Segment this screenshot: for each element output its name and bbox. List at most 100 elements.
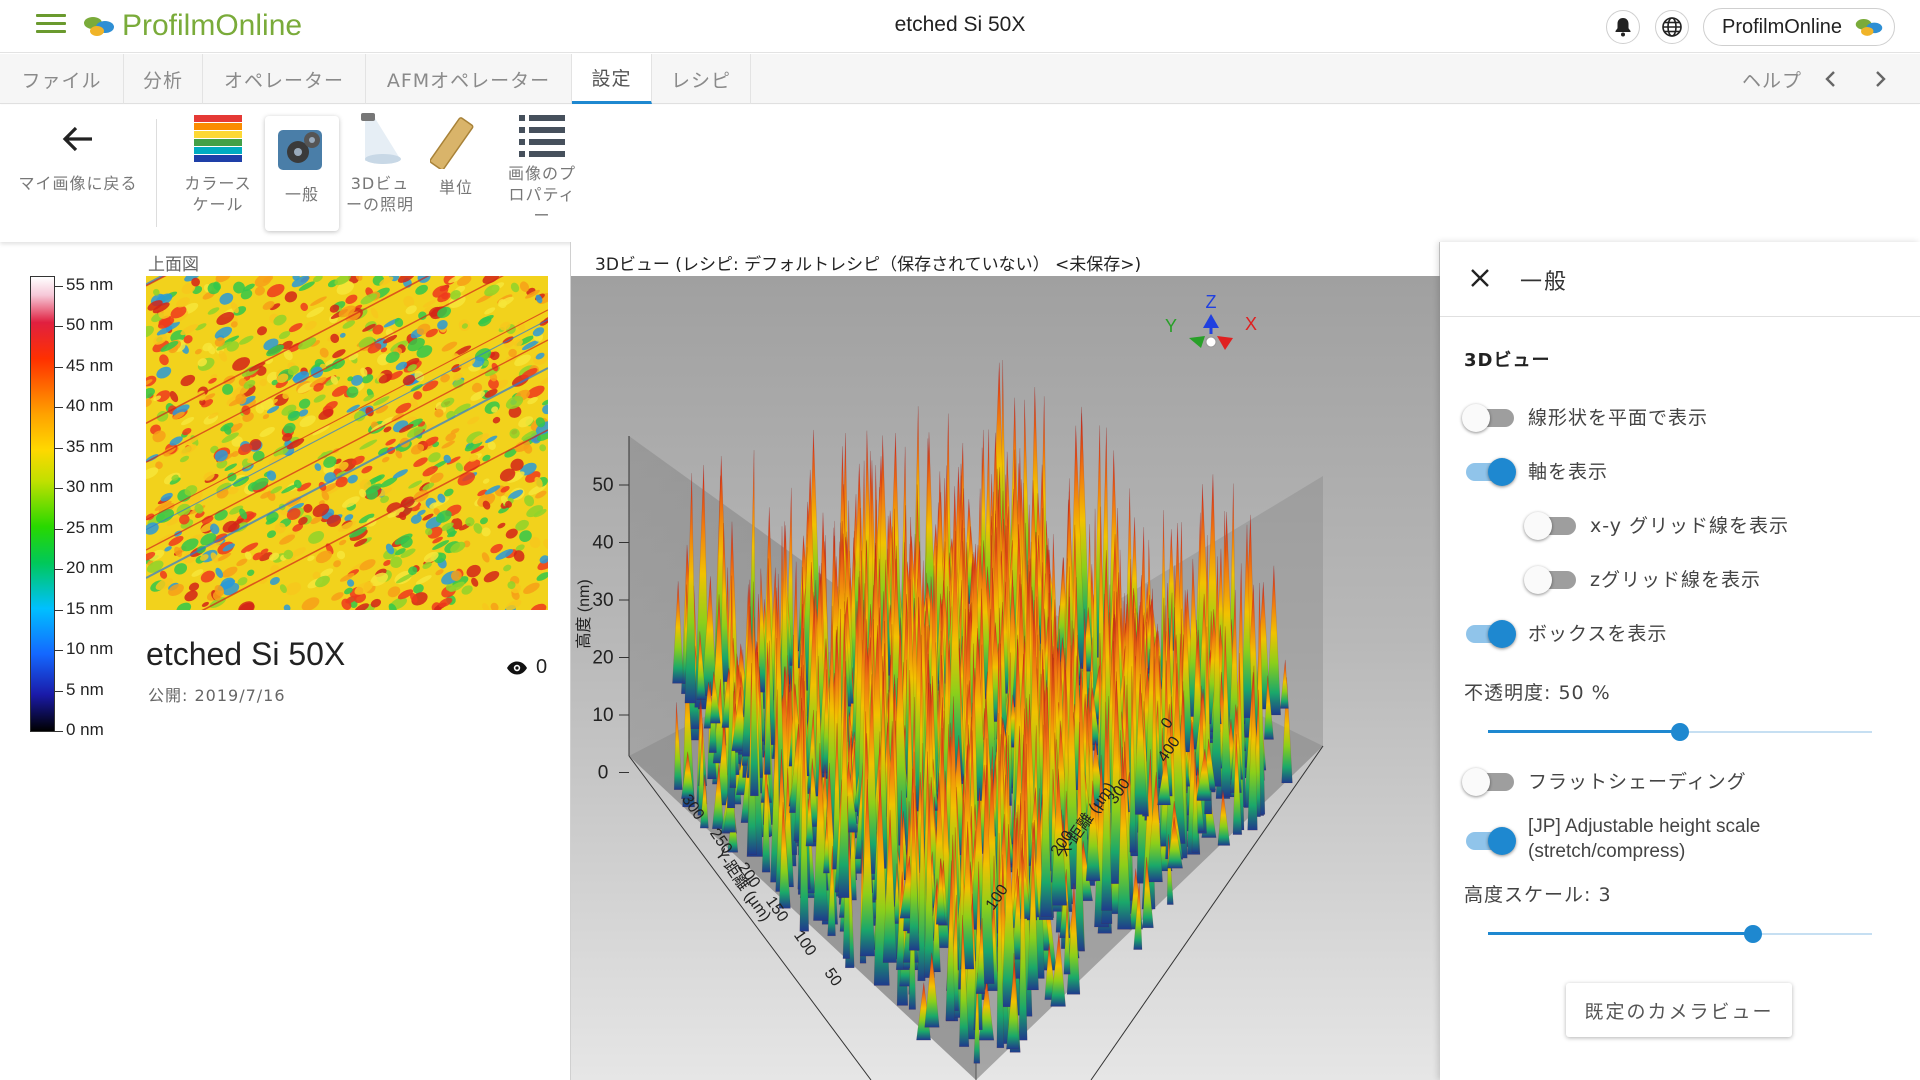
menu-icon[interactable] xyxy=(36,14,66,38)
color-scale-tick xyxy=(55,407,63,409)
profilm-logo-icon xyxy=(84,17,114,36)
toggle-row-lineshape[interactable]: 線形状を平面で表示 xyxy=(1462,402,1708,432)
toggle-row-axes[interactable]: 軸を表示 xyxy=(1462,456,1609,486)
tab-analysis[interactable]: 分析 xyxy=(124,54,203,104)
spotlight-icon xyxy=(361,113,401,164)
ribbon-separator xyxy=(156,119,157,227)
color-scale-tick xyxy=(55,326,63,328)
tab-operators[interactable]: オペレーター xyxy=(203,54,366,104)
z-axis-tick-label: 30 xyxy=(592,590,613,611)
color-scale-tick-label: 20 nm xyxy=(66,558,114,578)
image-properties-button[interactable]: 画像のプロパティー xyxy=(498,113,586,226)
xy-grid-switch[interactable] xyxy=(1524,510,1578,540)
user-account-button[interactable]: ProfilmOnline xyxy=(1703,8,1895,46)
color-scale-tick-label: 40 nm xyxy=(66,396,114,416)
general-settings-panel: 一般 3Dビュー 線形状を平面で表示 軸を表示 x-y グリッド線を表示 zグリ… xyxy=(1440,242,1920,1080)
y-axis-tick-label: 50 xyxy=(821,965,845,989)
back-to-my-images-button[interactable]: マイ画像に戻る xyxy=(18,119,138,194)
section-3d-view: 3Dビュー xyxy=(1464,350,1551,371)
color-scale-tick xyxy=(55,731,63,732)
3d-surface-plot[interactable]: 50403020100高度 (nm)30025020015010050Y-距離 … xyxy=(571,276,1441,1080)
adjustable-height-switch[interactable] xyxy=(1462,825,1516,855)
view-count-value: 0 xyxy=(536,656,548,678)
top-view-label: 上面図 xyxy=(148,255,199,275)
color-scale-tick-label: 35 nm xyxy=(66,436,114,456)
toggle-row-xy-grid[interactable]: x-y グリッド線を表示 xyxy=(1524,510,1790,540)
color-scale-label: カラースケール xyxy=(184,174,252,214)
y-axis-tick-label: 100 xyxy=(790,928,819,960)
toggle-row-z-grid[interactable]: zグリッド線を表示 xyxy=(1524,564,1761,594)
color-scale-tick xyxy=(55,286,63,287)
z-grid-switch[interactable] xyxy=(1524,564,1578,594)
general-settings-button[interactable]: 一般 xyxy=(265,116,339,231)
tab-afm-operators[interactable]: AFMオペレーター xyxy=(366,54,572,104)
toggle-row-flat-shading[interactable]: フラットシェーディング xyxy=(1462,766,1747,796)
z-axis-tick-label: 50 xyxy=(592,475,613,496)
toggle-row-box[interactable]: ボックスを表示 xyxy=(1462,618,1667,648)
user-name: ProfilmOnline xyxy=(1722,15,1843,38)
3d-lighting-button[interactable]: 3Dビューの照明 xyxy=(344,113,416,215)
close-icon[interactable] xyxy=(1468,266,1492,290)
flat-shading-switch[interactable] xyxy=(1462,766,1516,796)
color-scale-tick-label: 45 nm xyxy=(66,355,114,375)
bell-icon[interactable] xyxy=(1606,10,1640,44)
orientation-gizmo[interactable]: Z Y X xyxy=(1165,292,1257,350)
show-box-switch[interactable] xyxy=(1462,618,1516,648)
opacity-slider-thumb[interactable] xyxy=(1671,723,1689,741)
user-avatar-icon xyxy=(1855,19,1883,36)
opacity-slider[interactable] xyxy=(1488,722,1872,742)
3d-view-canvas[interactable]: 50 40 30 20 10 0 高度 (nm) 300 250 200 150 100 50 Y-距離 … xyxy=(571,276,1441,1080)
color-scale-tick-label: 0 nm xyxy=(66,720,104,739)
general-label: 一般 xyxy=(284,185,319,204)
panel-title: 一般 xyxy=(1520,270,1569,295)
color-scale-tick-label: 25 nm xyxy=(66,517,114,537)
tab-recipe[interactable]: レシピ xyxy=(652,54,751,104)
color-scale-tick xyxy=(55,366,63,368)
color-scale-tick xyxy=(55,650,63,652)
color-scale-tick xyxy=(55,528,63,530)
gizmo-x-label: X xyxy=(1245,314,1257,334)
toggle-row-height-scale[interactable]: [JP] Adjustable height scale (stretch/co… xyxy=(1462,814,1818,864)
z-grid-label: zグリッド線を表示 xyxy=(1590,568,1761,591)
top-view-image[interactable] xyxy=(146,276,548,610)
globe-icon[interactable] xyxy=(1655,10,1689,44)
color-scale-button[interactable]: カラースケール xyxy=(176,113,260,215)
color-scale-tick xyxy=(55,609,63,611)
color-scale-icon xyxy=(194,115,242,162)
list-icon xyxy=(519,115,565,157)
ruler-icon xyxy=(430,117,474,169)
z-axis-tick-label: 0 xyxy=(598,763,609,784)
publish-date: 公開: 2019/7/16 xyxy=(148,686,286,705)
opacity-label: 不透明度: 50 % xyxy=(1464,682,1611,704)
color-scale-tick-label: 55 nm xyxy=(66,275,114,294)
help-menu[interactable]: ヘルプ xyxy=(1742,66,1802,93)
color-scale-tick xyxy=(55,690,63,692)
show-axes-label: 軸を表示 xyxy=(1528,460,1609,483)
color-scale-tick-label: 50 nm xyxy=(66,315,114,335)
xy-grid-label: x-y グリッド線を表示 xyxy=(1590,514,1790,537)
lineshape-plane-switch[interactable] xyxy=(1462,402,1516,432)
chevron-left-icon[interactable] xyxy=(1818,66,1844,92)
chevron-right-icon[interactable] xyxy=(1867,66,1893,92)
units-button[interactable]: 単位 xyxy=(420,113,492,198)
height-scale-slider[interactable] xyxy=(1488,924,1872,944)
default-camera-view-button[interactable]: 既定のカメラビュー xyxy=(1566,983,1792,1037)
show-axes-switch[interactable] xyxy=(1462,456,1516,486)
arrow-left-icon xyxy=(62,126,92,152)
color-scale-tick-label: 15 nm xyxy=(66,598,114,618)
gizmo-y-label: Y xyxy=(1165,316,1177,336)
color-scale-tick xyxy=(55,569,63,571)
adjustable-height-label: [JP] Adjustable height scale (stretch/co… xyxy=(1528,816,1761,862)
height-scale-slider-thumb[interactable] xyxy=(1743,925,1762,943)
flat-shading-label: フラットシェーディング xyxy=(1528,770,1747,793)
z-axis-tick-label: 10 xyxy=(592,705,613,726)
back-label: マイ画像に戻る xyxy=(18,174,138,193)
gizmo-z-label: Z xyxy=(1206,292,1217,312)
image-name: etched Si 50X xyxy=(146,636,346,672)
color-scale-tick-label: 5 nm xyxy=(66,679,104,699)
tab-settings[interactable]: 設定 xyxy=(572,54,652,104)
panel-header: 一般 xyxy=(1440,242,1920,317)
app-logo[interactable]: ProfilmOnline xyxy=(82,8,302,44)
tab-file[interactable]: ファイル xyxy=(0,54,124,104)
height-scale-label: 高度スケール: 3 xyxy=(1464,884,1612,906)
